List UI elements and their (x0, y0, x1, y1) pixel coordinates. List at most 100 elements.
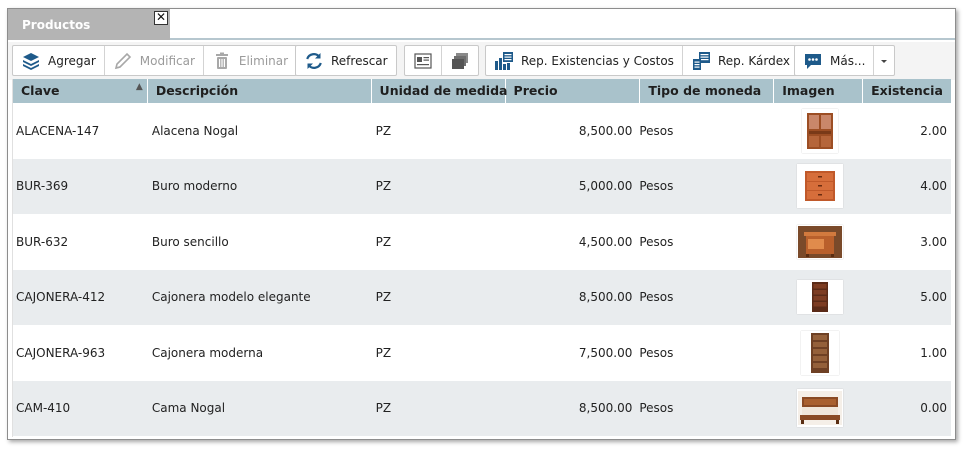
cell-descripcion: Cajonera modelo elegante (151, 290, 311, 305)
table-row[interactable]: CAJONERA-412 Cajonera modelo elegante PZ… (13, 269, 951, 326)
stock-cost-report-button[interactable]: Rep. Existencias y Costos (486, 46, 683, 75)
multi-view-button[interactable] (442, 46, 478, 75)
nightstand-modern-image[interactable] (797, 164, 844, 209)
grid-body: ALACENA-147 Alacena Nogal PZ 8,500.00 Pe… (13, 103, 951, 436)
column-header-clave[interactable]: Clave ▲ (13, 79, 148, 103)
cell-unidad: PZ (375, 123, 392, 138)
report-list-icon (692, 51, 710, 70)
cell-clave: CAM-410 (16, 401, 71, 416)
products-grid: Clave ▲ Descripción Unidad de medida Pre… (12, 79, 951, 437)
refresh-button-group: Refrescar (295, 45, 397, 76)
cell-existencia: 0.00 (920, 401, 948, 416)
table-row[interactable]: CAJONERA-963 Cajonera moderna PZ 7,500.0… (13, 325, 951, 381)
bed-icon (798, 391, 843, 426)
cell-imagen (774, 214, 863, 270)
dresser-modern-image[interactable] (801, 330, 840, 375)
cell-precio: 8,500.00 (578, 401, 633, 416)
cell-moneda: Pesos (639, 179, 674, 194)
side-table-icon (798, 225, 843, 258)
stock-cost-report-label: Rep. Existencias y Costos (521, 53, 674, 68)
tall-dresser-icon (811, 332, 830, 373)
cell-descripcion: Alacena Nogal (151, 123, 239, 138)
kardex-report-button[interactable]: Rep. Kárdex (683, 46, 798, 75)
tab-bar: Productos ✕ (8, 9, 955, 40)
more-dropdown-button[interactable] (874, 46, 894, 75)
refresh-button-label: Refrescar (331, 53, 388, 68)
sort-ascending-icon: ▲ (135, 82, 143, 92)
cell-existencia: 2.00 (920, 123, 948, 138)
cell-precio: 4,500.00 (578, 234, 633, 249)
cell-moneda: Pesos (639, 290, 674, 305)
close-icon[interactable]: ✕ (154, 11, 168, 25)
edit-button[interactable]: Modificar (105, 46, 204, 75)
column-header-label: Unidad de medida (379, 83, 508, 98)
cell-moneda: Pesos (639, 345, 674, 360)
table-row[interactable]: BUR-369 Buro moderno PZ 5,000.00 Pesos 4… (13, 158, 951, 215)
cell-imagen (774, 381, 863, 437)
column-header-label: Precio (513, 83, 558, 98)
delete-button-label: Eliminar (238, 53, 289, 68)
column-header-precio[interactable]: Precio (506, 79, 641, 103)
cell-clave: BUR-632 (16, 234, 69, 249)
cell-moneda: Pesos (639, 234, 674, 249)
cell-unidad: PZ (375, 290, 392, 305)
table-row[interactable]: CAM-410 Cama Nogal PZ 8,500.00 Pesos 0.0… (13, 380, 951, 437)
cell-descripcion: Cajonera moderna (151, 345, 264, 360)
cupboard-image[interactable] (802, 108, 839, 153)
toolbar: Agregar Modificar Eliminar Refrescar Rep… (8, 42, 955, 80)
add-button[interactable]: Agregar (13, 46, 105, 75)
more-button[interactable]: Más... (795, 46, 875, 75)
stacked-cards-icon (452, 52, 468, 69)
cell-precio: 5,000.00 (578, 179, 633, 194)
view-button-group (404, 45, 479, 76)
add-button-label: Agregar (48, 53, 96, 68)
column-header-moneda[interactable]: Tipo de moneda (640, 79, 775, 103)
column-header-imagen[interactable]: Imagen (774, 79, 864, 103)
column-header-unidad[interactable]: Unidad de medida (372, 79, 508, 103)
form-view-icon (414, 52, 432, 69)
cell-existencia: 5.00 (920, 290, 948, 305)
cell-existencia: 1.00 (920, 345, 948, 360)
tab-label: Productos (22, 18, 91, 32)
cell-descripcion: Buro sencillo (151, 234, 229, 249)
cell-clave: CAJONERA-963 (16, 345, 106, 360)
edit-button-label: Modificar (139, 53, 195, 68)
products-window: Productos ✕ Agregar Modificar Eliminar R… (7, 8, 956, 440)
delete-button[interactable]: Eliminar (204, 46, 296, 75)
more-button-label: Más... (830, 53, 866, 68)
cell-precio: 8,500.00 (578, 123, 633, 138)
chevron-down-icon (881, 59, 888, 63)
reports-button-group: Rep. Existencias y Costos Rep. Kárdex (485, 45, 799, 76)
table-row[interactable]: BUR-632 Buro sencillo PZ 4,500.00 Pesos (13, 214, 951, 270)
cupboard-icon (807, 112, 834, 149)
dresser-icon (812, 282, 829, 313)
cell-clave: ALACENA-147 (16, 123, 100, 138)
single-view-button[interactable] (405, 46, 442, 75)
refresh-button[interactable]: Refrescar (296, 46, 396, 75)
cell-existencia: 3.00 (920, 234, 948, 249)
cell-imagen (774, 103, 863, 159)
table-row[interactable]: ALACENA-147 Alacena Nogal PZ 8,500.00 Pe… (13, 103, 951, 159)
cell-descripcion: Buro moderno (151, 179, 238, 194)
cell-unidad: PZ (375, 179, 392, 194)
cell-moneda: Pesos (639, 123, 674, 138)
cell-unidad: PZ (375, 401, 392, 416)
column-header-label: Existencia (871, 83, 943, 98)
tab-productos[interactable]: Productos ✕ (8, 9, 170, 40)
bed-image[interactable] (797, 389, 844, 428)
cell-precio: 8,500.00 (578, 290, 633, 305)
dresser-elegant-image[interactable] (797, 280, 844, 315)
kardex-report-label: Rep. Kárdex (717, 53, 790, 68)
cell-clave: BUR-369 (16, 179, 69, 194)
cell-imagen (774, 270, 863, 326)
cell-imagen (774, 159, 863, 215)
cell-imagen (774, 325, 863, 381)
column-header-descripcion[interactable]: Descripción (148, 79, 372, 103)
column-header-existencia[interactable]: Existencia (863, 79, 951, 103)
cell-unidad: PZ (375, 234, 392, 249)
nightstand-simple-image[interactable] (797, 224, 844, 259)
column-header-label: Descripción (155, 83, 239, 98)
column-header-label: Clave (21, 83, 60, 98)
refresh-icon (306, 52, 322, 69)
cell-unidad: PZ (375, 345, 392, 360)
